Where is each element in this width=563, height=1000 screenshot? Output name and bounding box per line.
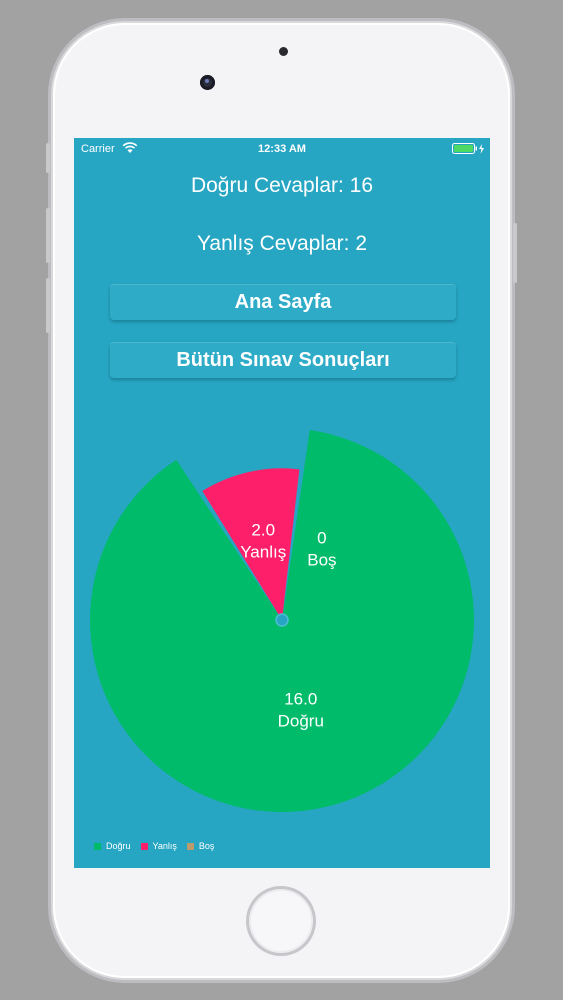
slice-value-label-2: 2.0: [251, 521, 275, 540]
power-button: [513, 223, 517, 283]
slice-name-label-3: Boş: [307, 550, 336, 569]
silent-switch: [46, 143, 50, 173]
slice-value-label-1: 16.0: [284, 689, 317, 708]
legend-swatch-1: [94, 842, 101, 850]
slice-value-label-3: 0: [317, 528, 326, 547]
front-camera: [200, 75, 215, 90]
app-screen: Carrier 12:33 AM Doğru Cevaplar: 16 Yanl…: [74, 138, 490, 868]
volume-down-button: [46, 278, 50, 333]
slice-name-label-2: Yanlış: [240, 543, 286, 562]
legend-label-3: Boş: [198, 841, 215, 851]
chart-legend: Doğru Yanlış Boş: [94, 840, 224, 852]
volume-up-button: [46, 208, 50, 263]
legend-item-3: Boş: [186, 841, 215, 851]
speaker: [279, 47, 288, 56]
home-button[interactable]: [246, 886, 316, 956]
legend-item-2: Yanlış: [140, 841, 177, 851]
legend-label-2: Yanlış: [152, 841, 177, 851]
slice-name-label-1: Doğru: [278, 711, 324, 730]
legend-swatch-3: [186, 842, 194, 850]
pie-center-hole: [275, 613, 289, 627]
legend-swatch-2: [140, 842, 148, 850]
legend-item-1: Doğru: [94, 841, 131, 851]
legend-label-1: Doğru: [106, 841, 131, 851]
results-pie-chart[interactable]: 16.0 Doğru 2.0 Yanlış 0 Boş: [74, 138, 490, 868]
